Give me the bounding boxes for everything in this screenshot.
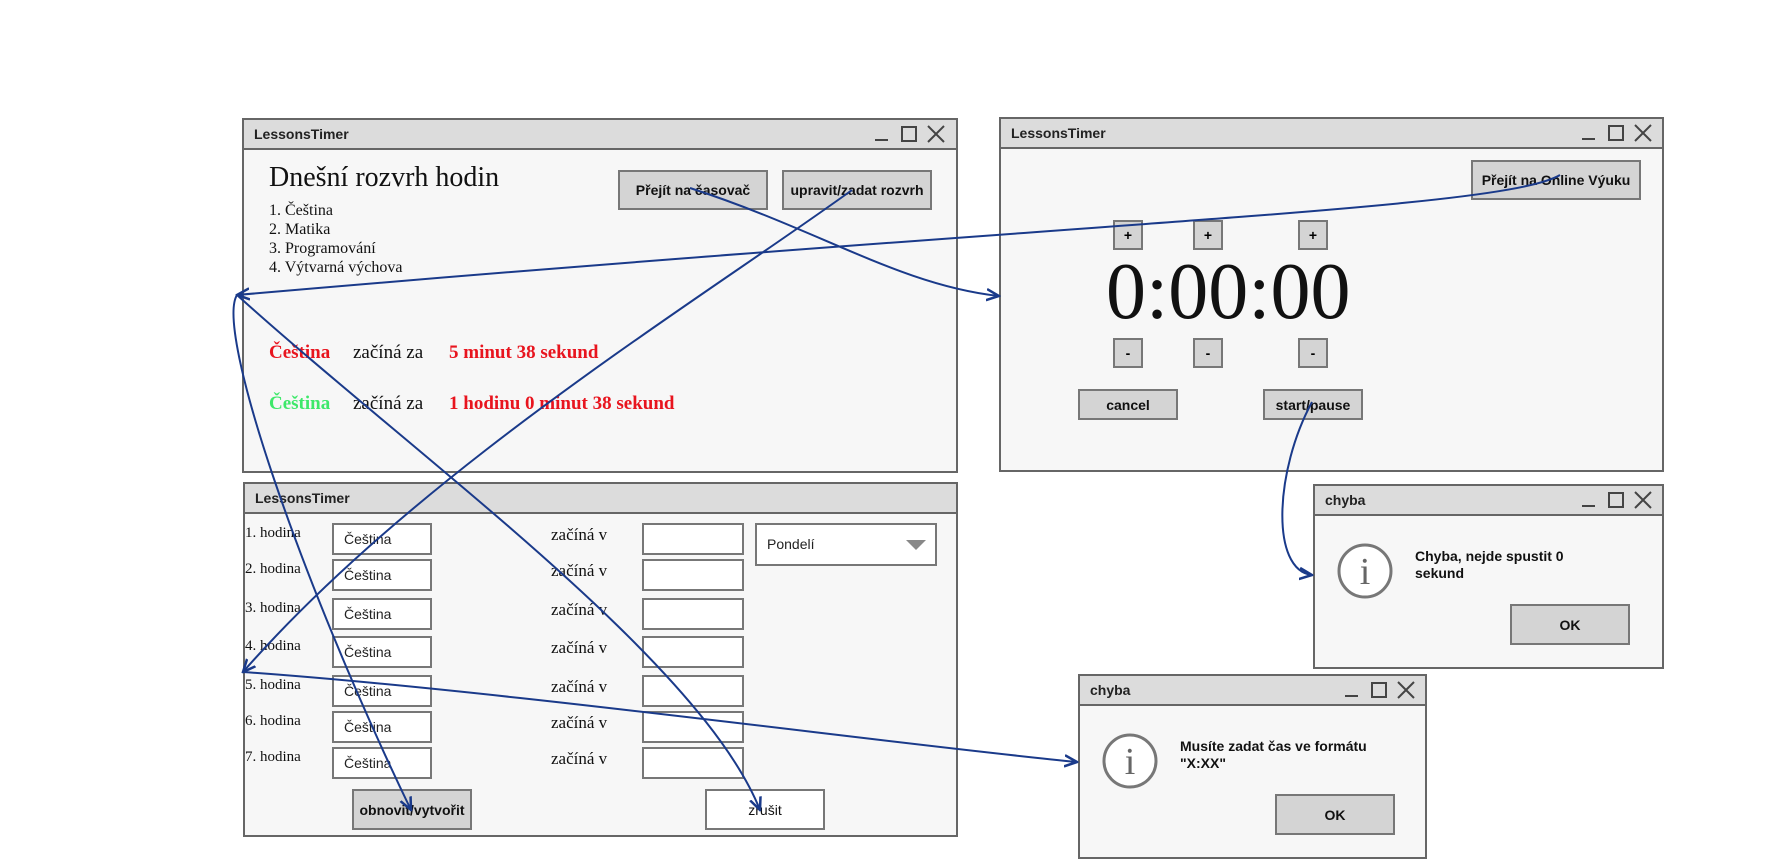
seconds-plus-button[interactable]: +	[1298, 220, 1328, 250]
time-input[interactable]	[642, 711, 744, 743]
row-label: 4. hodina	[245, 638, 301, 654]
hours-plus-button[interactable]: +	[1113, 220, 1143, 250]
starts-label: začíná v	[551, 713, 608, 732]
cancel-button[interactable]: cancel	[1078, 389, 1178, 420]
schedule-item: 1. Čeština	[269, 202, 333, 219]
row-label: 6. hodina	[245, 713, 301, 729]
ok-button[interactable]: OK	[1275, 794, 1395, 835]
close-icon[interactable]	[1632, 122, 1654, 144]
next-lesson-time: 1 hodinu 0 minut 38 sekund	[449, 393, 675, 414]
maximize-icon[interactable]	[1368, 679, 1390, 701]
refresh-create-button[interactable]: obnovit/vytvořit	[352, 789, 472, 830]
subject-input[interactable]: Čeština	[332, 598, 432, 630]
minimize-icon[interactable]	[1578, 122, 1600, 144]
info-icon: i	[1102, 733, 1158, 789]
close-icon[interactable]	[1632, 489, 1654, 511]
window-title: chyba	[1325, 492, 1366, 508]
next-lesson-subject: Čeština	[269, 342, 331, 363]
timer-display: 0:00:00	[1106, 248, 1351, 336]
row-label: 1. hodina	[245, 525, 301, 541]
schedule-window-titlebar: LessonsTimer	[245, 484, 956, 514]
starts-label: začíná v	[551, 600, 608, 619]
time-input[interactable]	[642, 559, 744, 591]
window-title: chyba	[1090, 682, 1131, 698]
time-input[interactable]	[642, 675, 744, 707]
ok-button[interactable]: OK	[1510, 604, 1630, 645]
row-label: 5. hodina	[245, 677, 301, 693]
minimize-icon[interactable]	[1341, 679, 1363, 701]
maximize-icon[interactable]	[1605, 122, 1627, 144]
schedule-item: 2. Matika	[269, 221, 331, 238]
seconds-minus-button[interactable]: -	[1298, 338, 1328, 368]
next-lesson-middle: začíná za	[353, 393, 424, 414]
main-window-titlebar: LessonsTimer	[244, 120, 956, 150]
row-label: 7. hodina	[245, 749, 301, 765]
error-dialog-titlebar: chyba	[1080, 676, 1425, 706]
close-icon[interactable]	[1395, 679, 1417, 701]
cancel-button[interactable]: zrušit	[705, 789, 825, 830]
day-select[interactable]: Pondelí	[755, 523, 937, 566]
online-lesson-button[interactable]: Přejít na Online Výuku	[1471, 160, 1641, 200]
window-title: LessonsTimer	[254, 126, 349, 142]
subject-input[interactable]: Čeština	[332, 675, 432, 707]
next-lesson-subject: Čeština	[269, 393, 331, 414]
maximize-icon[interactable]	[1605, 489, 1627, 511]
goto-timer-button[interactable]: Přejít na časovač	[618, 170, 768, 210]
error-message: Chyba, nejde spustit 0 sekund	[1415, 548, 1564, 581]
error-message: Musíte zadat čas ve formátu "X:XX"	[1180, 738, 1367, 771]
starts-label: začíná v	[551, 677, 608, 696]
svg-text:i: i	[1125, 741, 1136, 783]
row-label: 3. hodina	[245, 600, 301, 616]
window-title: LessonsTimer	[1011, 125, 1106, 141]
day-select-value: Pondelí	[767, 536, 815, 552]
close-icon[interactable]	[925, 123, 947, 145]
schedule-item: 3. Programování	[269, 240, 376, 257]
error-dialog: chyba i Musíte zadat čas ve formátu "X:X…	[1078, 674, 1427, 859]
timer-window-titlebar: LessonsTimer	[1001, 119, 1662, 149]
subject-input[interactable]: Čeština	[332, 711, 432, 743]
main-window: LessonsTimer Dnešní rozvrh hodin 1. Češt…	[242, 118, 958, 473]
time-input[interactable]	[642, 636, 744, 668]
hours-minus-button[interactable]: -	[1113, 338, 1143, 368]
start-pause-button[interactable]: start/pause	[1263, 389, 1363, 420]
minimize-icon[interactable]	[1578, 489, 1600, 511]
window-title: LessonsTimer	[255, 490, 350, 506]
next-lesson-middle: začíná za	[353, 342, 424, 363]
starts-label: začíná v	[551, 561, 608, 580]
timer-window: LessonsTimer Přejít na Online Výuku + + …	[999, 117, 1664, 472]
error-dialog: chyba i Chyba, nejde spustit 0 sekund OK	[1313, 484, 1664, 669]
info-icon: i	[1337, 543, 1393, 599]
next-lesson-time: 5 minut 38 sekund	[449, 342, 599, 363]
schedule-window: LessonsTimer 1. hodina Čeština začíná v 2. …	[243, 482, 958, 837]
schedule-heading: Dnešní rozvrh hodin	[269, 162, 500, 193]
subject-input[interactable]: Čeština	[332, 636, 432, 668]
starts-label: začíná v	[551, 638, 608, 657]
svg-text:i: i	[1360, 551, 1371, 593]
subject-input[interactable]: Čeština	[332, 523, 432, 555]
error-dialog-titlebar: chyba	[1315, 486, 1662, 516]
chevron-down-icon	[906, 540, 926, 550]
time-input[interactable]	[642, 598, 744, 630]
minutes-plus-button[interactable]: +	[1193, 220, 1223, 250]
maximize-icon[interactable]	[898, 123, 920, 145]
subject-input[interactable]: Čeština	[332, 747, 432, 779]
starts-label: začíná v	[551, 749, 608, 768]
edit-schedule-button[interactable]: upravit/zadat rozvrh	[782, 170, 932, 210]
subject-input[interactable]: Čeština	[332, 559, 432, 591]
schedule-item: 4. Výtvarná výchova	[269, 259, 403, 276]
time-input[interactable]	[642, 523, 744, 555]
starts-label: začíná v	[551, 525, 608, 544]
row-label: 2. hodina	[245, 561, 301, 577]
minutes-minus-button[interactable]: -	[1193, 338, 1223, 368]
time-input[interactable]	[642, 747, 744, 779]
minimize-icon[interactable]	[871, 123, 893, 145]
